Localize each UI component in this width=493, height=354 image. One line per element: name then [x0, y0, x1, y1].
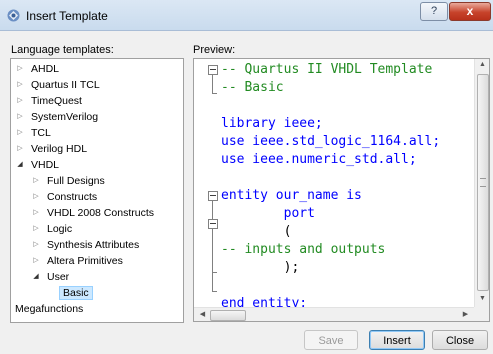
tree-item-ahdl[interactable]: ▷ AHDL	[15, 61, 59, 77]
code-line: -- Quartus II VHDL Template	[221, 62, 433, 77]
code-line: (	[221, 224, 292, 239]
vertical-scrollbar[interactable]: ▲ ▼	[474, 59, 489, 307]
collapse-arrow-icon[interactable]: ◢	[15, 157, 25, 173]
scroll-corner	[474, 307, 489, 321]
expand-arrow-icon[interactable]: ▷	[31, 237, 41, 253]
tree-item-megafunctions[interactable]: Megafunctions	[15, 301, 83, 317]
scroll-up-icon[interactable]: ▲	[475, 61, 489, 68]
tree-item-vhdl[interactable]: ◢ VHDL	[15, 157, 59, 173]
scroll-left-icon[interactable]: ◀	[195, 310, 210, 318]
app-icon	[7, 9, 20, 22]
horizontal-scroll-thumb[interactable]	[210, 310, 246, 321]
grip-icon	[480, 178, 486, 187]
code-line: use ieee.numeric_std.all;	[221, 152, 417, 167]
tree-item-constructs[interactable]: ▷ Constructs	[31, 189, 97, 205]
tree-item-full-designs[interactable]: ▷ Full Designs	[31, 173, 104, 189]
tree-item-quartus-tcl[interactable]: ▷ Quartus II TCL	[15, 77, 99, 93]
tree-item-tcl[interactable]: ▷ TCL	[15, 125, 51, 141]
close-button[interactable]: Close	[432, 330, 488, 350]
code-line: -- Basic	[221, 80, 284, 95]
code-line: use ieee.std_logic_1164.all;	[221, 134, 441, 149]
save-button[interactable]: Save	[304, 330, 358, 350]
tree-item-timequest[interactable]: ▷ TimeQuest	[15, 93, 82, 109]
window-close-button[interactable]: x	[449, 2, 491, 21]
code-line: -- inputs and outputs	[221, 242, 386, 257]
scroll-right-icon[interactable]: ▶	[458, 310, 473, 318]
collapse-arrow-icon[interactable]: ◢	[31, 269, 41, 285]
tree-item-altera-primitives[interactable]: ▷ Altera Primitives	[31, 253, 123, 269]
code-line: );	[221, 260, 300, 275]
code-preview[interactable]: -- Quartus II VHDL Template -- Basic lib…	[193, 58, 490, 322]
expand-arrow-icon[interactable]: ▷	[31, 173, 41, 189]
expand-arrow-icon[interactable]: ▷	[31, 205, 41, 221]
expand-arrow-icon[interactable]: ▷	[15, 93, 25, 109]
expand-arrow-icon[interactable]: ▷	[15, 125, 25, 141]
code-text: -- Quartus II VHDL Template -- Basic lib…	[194, 59, 440, 311]
expand-arrow-icon[interactable]: ▷	[15, 109, 25, 125]
expand-arrow-icon[interactable]: ▷	[31, 189, 41, 205]
window-title: Insert Template	[26, 9, 108, 23]
horizontal-scrollbar[interactable]: ◀ ▶	[194, 307, 474, 321]
tree-item-vhdl-2008[interactable]: ▷ VHDL 2008 Constructs	[31, 205, 154, 221]
tree-item-logic[interactable]: ▷ Logic	[31, 221, 72, 237]
expand-arrow-icon[interactable]: ▷	[15, 141, 25, 157]
expand-arrow-icon[interactable]: ▷	[31, 221, 41, 237]
templates-label: Language templates:	[11, 44, 114, 56]
code-line: port	[221, 206, 315, 221]
expand-arrow-icon[interactable]: ▷	[31, 253, 41, 269]
tree-item-user[interactable]: ◢ User	[31, 269, 69, 285]
title-bar: Insert Template ? x	[0, 0, 493, 31]
code-line: library ieee;	[221, 116, 323, 131]
help-button[interactable]: ?	[420, 2, 448, 21]
preview-label: Preview:	[193, 44, 236, 56]
vertical-scroll-thumb[interactable]	[477, 74, 489, 291]
expand-arrow-icon[interactable]: ▷	[15, 61, 25, 77]
tree-item-systemverilog[interactable]: ▷ SystemVerilog	[15, 109, 98, 125]
tree-item-verilog-hdl[interactable]: ▷ Verilog HDL	[15, 141, 87, 157]
code-line: entity our_name is	[221, 188, 362, 203]
template-tree[interactable]: ▷ AHDL ▷ Quartus II TCL ▷ TimeQuest ▷ System…	[10, 58, 184, 323]
scroll-down-icon[interactable]: ▼	[475, 295, 489, 302]
expand-arrow-icon[interactable]: ▷	[15, 77, 25, 93]
tree-item-basic[interactable]: Basic	[59, 285, 93, 301]
insert-button[interactable]: Insert	[369, 330, 425, 350]
tree-item-synthesis-attributes[interactable]: ▷ Synthesis Attributes	[31, 237, 139, 253]
